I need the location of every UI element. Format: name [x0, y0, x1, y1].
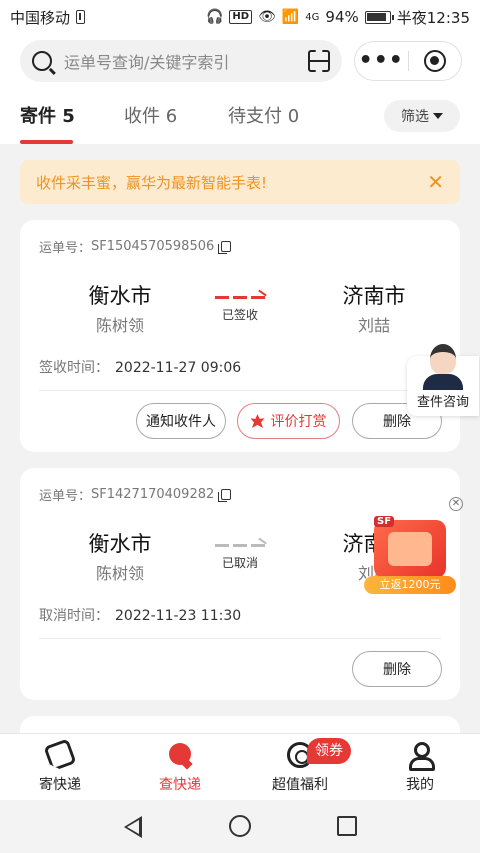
rate-tip-label: 评价打赏	[270, 414, 327, 430]
search-bar[interactable]: 运单号查询/关键字索引	[20, 40, 342, 82]
waybill-number: SF1427170409282	[91, 487, 215, 502]
battery-icon	[364, 10, 394, 24]
nav-welfare-label: 超值福利	[272, 777, 328, 793]
send-icon	[43, 738, 76, 771]
promo-float-banner[interactable]: SF 立返1200元	[364, 514, 456, 594]
notify-recipient-button[interactable]: 通知收件人	[136, 403, 226, 439]
waybill-row: 运单号： SF1427170409282	[39, 485, 232, 504]
promo-tag: 立返1200元	[364, 576, 456, 594]
notice-text: 收件采丰蜜，赢华为最新智能手表!	[36, 173, 268, 192]
nav-track-label: 查快递	[159, 777, 201, 793]
more-icon[interactable]: •••	[355, 50, 408, 72]
agent-avatar-body	[423, 374, 463, 390]
caret-down-icon	[433, 113, 443, 119]
route-arrow-icon	[215, 544, 265, 547]
waybill-label: 运单号：	[39, 241, 92, 256]
search-icon	[32, 51, 52, 71]
origin-city: 衡水市	[88, 532, 152, 556]
waybill-label: 运单号：	[39, 489, 92, 504]
time-label: 取消时间：	[39, 608, 109, 624]
divider	[39, 638, 441, 639]
mini-program-capsule: •••	[354, 41, 462, 81]
tab-sent[interactable]: 寄件 5	[20, 102, 75, 128]
waybill-number: SF1504570598506	[91, 239, 215, 254]
profile-icon	[407, 742, 435, 771]
battery-percent: 94%	[325, 8, 359, 26]
scan-icon[interactable]	[308, 50, 330, 72]
consult-float-button[interactable]: 查件咨询	[407, 344, 479, 416]
shipment-status: 已取消	[221, 556, 258, 570]
headset-icon: 🎧	[205, 9, 224, 25]
tab-unpaid[interactable]: 待支付 0	[228, 102, 299, 128]
time-value: 2022-11-23 11:30	[115, 608, 242, 624]
home-icon[interactable]	[229, 815, 251, 837]
hd-icon: HD	[229, 10, 253, 24]
close-icon[interactable]: ✕	[427, 170, 444, 194]
gift-box-icon	[374, 520, 446, 578]
shipment-status: 已签收	[221, 308, 258, 322]
nav-send-label: 寄快递	[39, 777, 81, 793]
search-placeholder: 运单号查询/关键字索引	[64, 53, 230, 72]
sf-logo: SF	[374, 516, 395, 527]
origin-city: 衡水市	[88, 284, 152, 308]
maple-leaf-icon	[250, 414, 265, 428]
tab-received[interactable]: 收件 6	[124, 102, 177, 128]
time-value: 2022-11-27 09:06	[115, 360, 242, 376]
back-icon[interactable]	[124, 816, 142, 838]
eye-icon: 👁	[258, 9, 276, 25]
signal-icon: 4G	[305, 11, 320, 23]
recipient-name: 刘喆	[357, 316, 390, 335]
bottom-nav: 寄快递 查快递 超值福利 我的	[0, 733, 480, 800]
tab-received-label: 收件	[124, 106, 160, 127]
nav-send[interactable]: 寄快递	[10, 742, 110, 794]
copy-icon[interactable]	[218, 241, 232, 254]
time-row: 取消时间： 2022-11-23 11:30	[39, 605, 241, 625]
agent-avatar	[430, 344, 456, 374]
clock: 半夜12:35	[396, 8, 470, 27]
nav-track[interactable]: 查快递	[130, 742, 230, 794]
filter-label: 筛选	[401, 109, 429, 125]
tab-sent-count: 5	[62, 106, 75, 127]
divider	[39, 390, 441, 391]
time-label: 签收时间：	[39, 360, 109, 376]
tab-unpaid-count: 0	[287, 106, 300, 127]
wifi-icon: 📶	[281, 9, 300, 25]
nav-profile[interactable]: 我的	[370, 742, 470, 794]
tab-received-count: 6	[165, 106, 178, 127]
track-icon	[167, 742, 193, 768]
header: 运单号查询/关键字索引 ••• 寄件 5 收件 6 待支付 0 筛选	[0, 34, 480, 144]
sim-icon	[76, 10, 86, 24]
rate-tip-button[interactable]: 评价打赏	[237, 403, 340, 439]
promo-close-icon[interactable]: ✕	[449, 497, 463, 511]
target-icon	[423, 50, 446, 72]
tab-unpaid-label: 待支付	[228, 106, 282, 127]
destination-city: 济南市	[342, 284, 406, 308]
active-tab-indicator	[20, 140, 73, 144]
nav-profile-label: 我的	[406, 777, 434, 793]
status-bar: 中国移动 🎧 HD 👁 📶 4G 94% 半夜12:35	[0, 0, 480, 34]
route-arrow-icon	[215, 296, 265, 299]
recent-apps-icon[interactable]	[337, 816, 357, 836]
filter-button[interactable]: 筛选	[384, 100, 460, 132]
promo-notice-banner[interactable]: 收件采丰蜜，赢华为最新智能手表! ✕	[20, 160, 460, 204]
close-mini-program-button[interactable]	[409, 50, 462, 72]
delete-button[interactable]: 删除	[352, 651, 442, 687]
waybill-row: 运单号： SF1504570598506	[39, 237, 232, 256]
carrier-name: 中国移动	[10, 8, 71, 27]
coupon-badge[interactable]: 领券	[307, 738, 351, 764]
consult-label: 查件咨询	[416, 395, 469, 410]
time-row: 签收时间： 2022-11-27 09:06	[39, 357, 241, 377]
tab-sent-label: 寄件	[20, 106, 56, 127]
system-nav-bar	[0, 800, 480, 853]
sender-name: 陈树领	[95, 316, 144, 335]
shipment-card[interactable]: 运单号： SF1504570598506 衡水市 陈树领 已签收 济南市 刘喆 …	[20, 220, 460, 452]
sender-name: 陈树领	[95, 564, 144, 583]
copy-icon[interactable]	[218, 489, 232, 502]
tab-bar: 寄件 5 收件 6 待支付 0 筛选	[0, 100, 480, 144]
